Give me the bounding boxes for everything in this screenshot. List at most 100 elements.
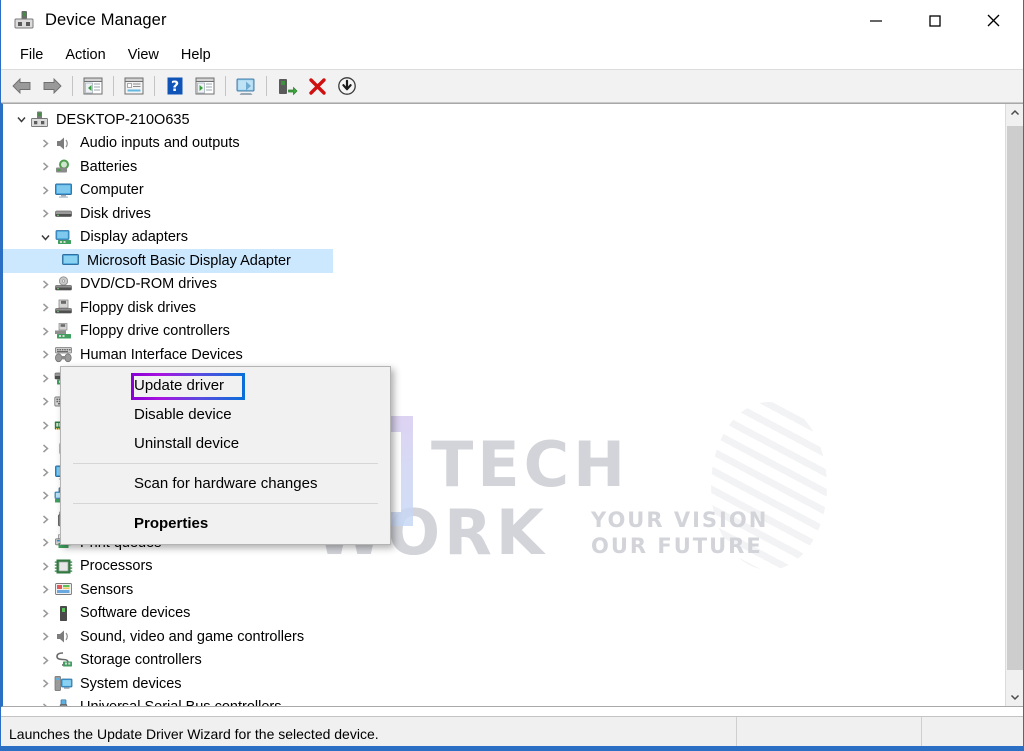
tree-item-label: Sensors — [80, 581, 134, 598]
chevron-right-icon[interactable] — [37, 561, 54, 572]
vertical-scrollbar[interactable] — [1005, 104, 1023, 706]
toolbar-separator — [154, 76, 155, 96]
context-menu-separator — [73, 503, 378, 504]
scroll-up-button[interactable] — [1006, 104, 1023, 122]
context-menu-item-scan-for-hardware-changes[interactable]: Scan for hardware changes — [61, 469, 390, 498]
tree-item-dvd-cd-rom-drives[interactable]: DVD/CD-ROM drives — [3, 273, 1023, 297]
chevron-right-icon[interactable] — [37, 514, 54, 525]
speaker-icon — [54, 135, 73, 152]
chevron-right-icon[interactable] — [37, 584, 54, 595]
tree-item-floppy-disk-drives[interactable]: Floppy disk drives — [3, 296, 1023, 320]
menu-file[interactable]: File — [9, 45, 54, 65]
disable-device-icon[interactable] — [332, 72, 362, 100]
window-bottom-edge — [1, 746, 1023, 750]
software-device-icon — [54, 605, 73, 622]
tree-item-label: DVD/CD-ROM drives — [80, 276, 217, 292]
window-controls — [846, 0, 1023, 41]
tree-item-batteries[interactable]: Batteries — [3, 155, 1023, 179]
tree-item-microsoft-basic-display-adapter[interactable]: Microsoft Basic Display Adapter — [3, 249, 333, 273]
menu-help[interactable]: Help — [170, 45, 222, 65]
chevron-right-icon[interactable] — [37, 490, 54, 501]
properties-icon[interactable] — [119, 72, 149, 100]
context-menu-item-properties[interactable]: Properties — [61, 509, 390, 538]
chevron-right-icon[interactable] — [37, 161, 54, 172]
scroll-down-button[interactable] — [1006, 688, 1023, 706]
chevron-right-icon[interactable] — [37, 185, 54, 196]
chevron-right-icon[interactable] — [37, 702, 54, 706]
menu-action[interactable]: Action — [54, 45, 116, 65]
tree-item-label: Software devices — [80, 605, 191, 621]
tree-item-audio-inputs-and-outputs[interactable]: Audio inputs and outputs — [3, 132, 1023, 156]
tree-item-label: Display adapters — [80, 229, 188, 245]
chevron-right-icon[interactable] — [37, 279, 54, 290]
tree-item-label: Processors — [80, 558, 153, 574]
toolbar-separator — [266, 76, 267, 96]
tree-item-label: Disk drives — [80, 205, 151, 222]
tree-item-label: Universal Serial Bus controllers — [80, 700, 281, 706]
chevron-right-icon[interactable] — [37, 349, 54, 360]
chevron-right-icon[interactable] — [37, 396, 54, 407]
tree-item-disk-drives[interactable]: Disk drives — [3, 202, 1023, 226]
close-button[interactable] — [964, 0, 1023, 41]
tree-item-computer[interactable]: Computer — [3, 179, 1023, 203]
help-icon[interactable]: ? — [160, 72, 190, 100]
menu-view[interactable]: View — [117, 45, 170, 65]
chevron-right-icon[interactable] — [37, 373, 54, 384]
tree-item-floppy-drive-controllers[interactable]: Floppy drive controllers — [3, 320, 1023, 344]
device-tree-panel: DESKTOP-210O635 Audio inputs and outputs — [1, 103, 1023, 707]
battery-icon — [54, 158, 73, 175]
delete-device-icon[interactable] — [302, 72, 332, 100]
chevron-right-icon[interactable] — [37, 138, 54, 149]
tree-item-universal-serial-bus-controllers[interactable]: Universal Serial Bus controllers — [3, 696, 1023, 706]
device-manager-icon — [13, 9, 35, 31]
chevron-right-icon[interactable] — [37, 467, 54, 478]
tree-item-display-adapters[interactable]: Display adapters — [3, 226, 1023, 250]
tree-item-processors[interactable]: Processors — [3, 555, 1023, 579]
scan-for-hardware-changes-icon[interactable] — [190, 72, 220, 100]
back-icon[interactable] — [7, 72, 37, 100]
forward-icon[interactable] — [37, 72, 67, 100]
chevron-right-icon[interactable] — [37, 655, 54, 666]
chevron-right-icon[interactable] — [37, 326, 54, 337]
tree-item-sensors[interactable]: Sensors — [3, 578, 1023, 602]
chevron-down-icon[interactable] — [13, 114, 30, 125]
scrollbar-thumb[interactable] — [1007, 126, 1023, 670]
tree-item-label: DESKTOP-210O635 — [56, 111, 190, 128]
menu-bar: File Action View Help — [1, 41, 1023, 69]
chevron-right-icon[interactable] — [37, 208, 54, 219]
context-menu-item-label: Uninstall device — [134, 435, 240, 452]
show-hide-console-tree-icon[interactable] — [78, 72, 108, 100]
update-driver-icon[interactable] — [231, 72, 261, 100]
chevron-right-icon[interactable] — [37, 302, 54, 313]
chevron-right-icon[interactable] — [37, 537, 54, 548]
tree-item-root[interactable]: DESKTOP-210O635 — [3, 108, 1023, 132]
tree-item-storage-controllers[interactable]: Storage controllers — [3, 649, 1023, 673]
toolbar: ? — [1, 69, 1023, 103]
chevron-right-icon[interactable] — [37, 631, 54, 642]
tree-item-software-devices[interactable]: Software devices — [3, 602, 1023, 626]
chevron-right-icon[interactable] — [37, 678, 54, 689]
context-menu-item-disable-device[interactable]: Disable device — [61, 400, 390, 429]
floppy-drive-icon — [54, 299, 73, 316]
chevron-right-icon[interactable] — [37, 443, 54, 454]
tree-item-sound-video-and-game-controllers[interactable]: Sound, video and game controllers — [3, 625, 1023, 649]
floppy-controller-icon — [54, 322, 73, 340]
chevron-right-icon[interactable] — [37, 420, 54, 431]
minimize-button[interactable] — [846, 0, 905, 41]
context-menu-item-uninstall-device[interactable]: Uninstall device — [61, 429, 390, 458]
uninstall-device-icon[interactable] — [272, 72, 302, 100]
maximize-button[interactable] — [905, 0, 964, 41]
processor-icon — [54, 558, 73, 575]
svg-text:?: ? — [171, 79, 179, 95]
system-device-icon — [54, 675, 73, 692]
display-device-icon — [61, 252, 80, 269]
display-adapter-icon — [54, 229, 73, 246]
context-menu-item-update-driver[interactable]: Update driver — [61, 371, 390, 400]
chevron-down-icon[interactable] — [37, 232, 54, 243]
usb-icon — [54, 699, 73, 706]
tree-item-human-interface-devices[interactable]: Human Interface Devices — [3, 343, 1023, 367]
tree-item-system-devices[interactable]: System devices — [3, 672, 1023, 696]
disk-drive-icon — [54, 205, 73, 222]
computer-root-icon — [30, 111, 49, 128]
chevron-right-icon[interactable] — [37, 608, 54, 619]
